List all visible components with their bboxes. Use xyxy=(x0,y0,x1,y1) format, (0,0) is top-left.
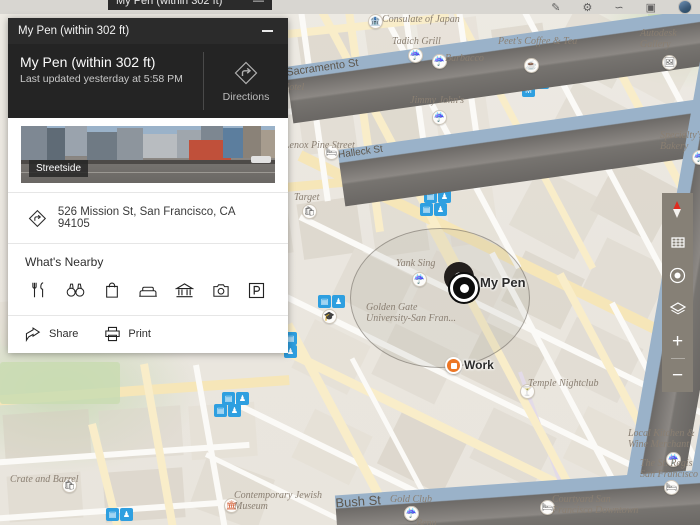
my-pen-marker-label: My Pen xyxy=(480,275,526,290)
work-marker-label: Work xyxy=(464,358,494,372)
clipped-card-header: My Pen (within 302 ft) — xyxy=(108,0,272,10)
transit-icon[interactable]: ▤ xyxy=(318,295,331,308)
transit-icon[interactable]: ▤ xyxy=(554,50,567,63)
restaurant-poi-icon[interactable]: ☔ xyxy=(404,506,419,521)
nearby-section: What's Nearby xyxy=(8,244,288,315)
place-title: My Pen (within 302 ft) xyxy=(20,54,156,70)
shopping-icon[interactable] xyxy=(100,278,124,302)
restaurant-poi-icon[interactable]: ☔ xyxy=(432,110,447,125)
print-icon xyxy=(105,326,121,342)
streetside-thumbnail[interactable]: Streetside xyxy=(21,126,275,183)
work-marker[interactable] xyxy=(445,357,462,374)
transit-icon[interactable]: ♟ xyxy=(228,404,241,417)
zoom-out-control[interactable]: − xyxy=(662,359,693,392)
photos-icon[interactable] xyxy=(209,278,233,302)
restaurant-poi-icon[interactable]: ☔ xyxy=(666,452,681,467)
share-button[interactable]: Share xyxy=(25,326,79,342)
restaurant-poi-icon[interactable]: ☔ xyxy=(432,54,447,69)
transit-icon[interactable]: ♟ xyxy=(568,50,581,63)
gallery-poi-icon[interactable]: 🖼 xyxy=(662,55,677,70)
transit-icon[interactable]: ♟ xyxy=(434,203,447,216)
gear-icon[interactable]: ⚙ xyxy=(583,3,593,14)
share-label: Share xyxy=(49,328,79,340)
museums-icon[interactable] xyxy=(172,278,196,302)
maps-app: My Pen Work ▤ ♟ ▤ ♟ M ▤ ▤ ♟ ▤ ♟ ▤ ♟ ▤ ♟ … xyxy=(0,0,700,525)
parking-icon[interactable] xyxy=(245,278,269,302)
clipped-minimize-icon: — xyxy=(253,0,264,7)
app-toolbar[interactable]: ✎ ⚙ ∽ ▣ xyxy=(0,0,700,14)
hotel-poi-icon[interactable]: 🛏 xyxy=(540,500,555,515)
my-pen-marker[interactable] xyxy=(450,274,478,302)
transit-icon[interactable]: ▤ xyxy=(536,76,549,89)
place-subtitle: Last updated yesterday at 5:58 PM xyxy=(20,73,183,85)
compass-icon xyxy=(673,201,682,218)
hero-text-block: My Pen (within 302 ft) Last updated yest… xyxy=(8,44,203,118)
attractions-icon[interactable] xyxy=(63,278,87,302)
compass-control[interactable] xyxy=(662,193,693,226)
transit-icon[interactable]: ▤ xyxy=(688,44,700,57)
shopping-poi-icon[interactable]: 🛍 xyxy=(62,478,77,493)
zoom-in-control[interactable]: + xyxy=(662,325,693,358)
accuracy-circle xyxy=(350,228,530,368)
cafe-poi-icon[interactable]: ☕ xyxy=(524,58,539,73)
streetside-label: Streetside xyxy=(29,160,89,177)
transit-icon[interactable]: ▤ xyxy=(214,404,227,417)
hotels-icon[interactable] xyxy=(136,278,160,302)
locate-icon xyxy=(669,267,686,284)
card-hero: My Pen (within 302 ft) Last updated yest… xyxy=(8,44,288,118)
bar-poi-icon[interactable]: 🍸 xyxy=(520,384,535,399)
minimize-button[interactable] xyxy=(256,20,278,42)
restaurant-poi-icon[interactable]: ☔ xyxy=(412,272,427,287)
share-icon xyxy=(25,326,41,342)
restaurants-icon[interactable] xyxy=(27,278,51,302)
transit-icon[interactable]: ♟ xyxy=(332,295,345,308)
minimize-icon xyxy=(261,30,273,32)
metro-icon[interactable]: M xyxy=(522,84,535,97)
nearby-title: What's Nearby xyxy=(25,255,104,269)
transit-icon[interactable]: ▤ xyxy=(424,190,437,203)
map-styles-control[interactable] xyxy=(662,292,693,325)
hotel-poi-icon[interactable]: 🛏 xyxy=(664,480,679,495)
print-button[interactable]: Print xyxy=(104,326,151,342)
tilt-3d-control[interactable] xyxy=(662,226,693,259)
address-directions-icon xyxy=(28,209,47,227)
layers-icon xyxy=(669,301,686,314)
directions-icon xyxy=(234,61,258,84)
museum-poi-icon[interactable]: 🏛 xyxy=(224,498,239,513)
clipped-card-title: My Pen (within 302 ft) xyxy=(116,0,223,7)
directions-label: Directions xyxy=(222,90,270,103)
user-avatar[interactable] xyxy=(678,0,692,14)
route-icon[interactable]: ∽ xyxy=(614,3,623,14)
map-controls[interactable]: + − xyxy=(662,193,693,392)
transit-icon[interactable]: ▤ xyxy=(420,203,433,216)
address-row[interactable]: 526 Mission St, San Francisco, CA 94105 xyxy=(8,193,288,243)
photo-icon[interactable]: ▣ xyxy=(646,3,656,14)
restaurant-poi-icon[interactable]: ☔ xyxy=(408,48,423,63)
school-poi-icon[interactable]: 🎓 xyxy=(322,309,337,324)
streetside-section: Streetside xyxy=(8,118,288,192)
card-footer: Share Print xyxy=(8,316,288,353)
directions-button[interactable]: Directions xyxy=(204,44,288,118)
hotel-poi-icon[interactable]: 🛏 xyxy=(324,145,339,160)
nearby-icon-row xyxy=(25,278,271,306)
pen-icon[interactable]: ✎ xyxy=(551,3,560,14)
transit-icon[interactable]: ♟ xyxy=(550,70,563,83)
bank-poi-icon[interactable]: 🏦 xyxy=(368,14,383,29)
transit-icon[interactable]: ▤ xyxy=(106,508,119,521)
union-square-park xyxy=(0,362,120,404)
transit-icon[interactable]: ♟ xyxy=(438,190,451,203)
restaurant-poi-icon[interactable]: ☔ xyxy=(692,150,700,165)
locate-me-control[interactable] xyxy=(662,259,693,292)
card-header: My Pen (within 302 ft) xyxy=(8,18,288,44)
place-info-card: My Pen (within 302 ft) My Pen (within 30… xyxy=(8,18,288,353)
address-text: 526 Mission St, San Francisco, CA 94105 xyxy=(57,206,235,230)
card-header-title: My Pen (within 302 ft) xyxy=(18,25,130,37)
grid-3d-icon xyxy=(670,237,685,248)
transit-icon[interactable]: ♟ xyxy=(120,508,133,521)
shopping-poi-icon[interactable]: 🛍 xyxy=(302,204,317,219)
print-label: Print xyxy=(128,328,151,340)
